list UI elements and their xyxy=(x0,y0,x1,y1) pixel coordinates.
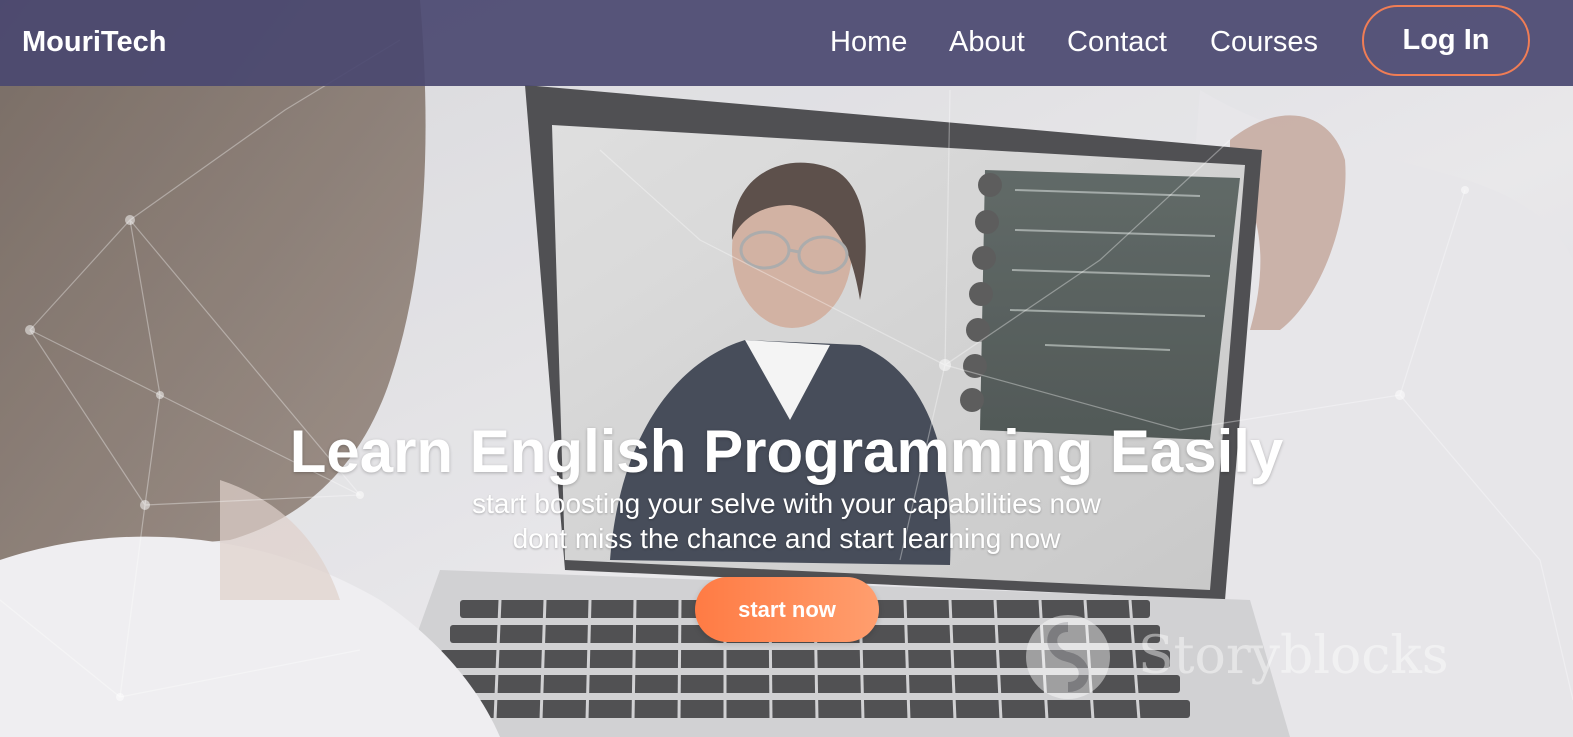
nav-link-courses[interactable]: Courses xyxy=(1210,25,1318,59)
nav-link-home[interactable]: Home xyxy=(830,25,907,59)
storyblocks-logo-icon xyxy=(1026,615,1110,699)
brand-logo[interactable]: MouriTech xyxy=(22,25,166,59)
storyblocks-watermark: Storyblocks xyxy=(1018,612,1498,702)
top-navbar: MouriTech Home About Contact Courses Log… xyxy=(0,0,1573,86)
hero-title: Learn English Programming Easily xyxy=(289,418,1284,485)
start-now-button[interactable]: start now xyxy=(695,577,879,642)
nav-link-contact[interactable]: Contact xyxy=(1067,25,1167,59)
page: Storyblocks MouriTech Home About Contact… xyxy=(0,0,1573,737)
hero-subtitle-line-2: dont miss the chance and start learning … xyxy=(512,523,1061,554)
nav-link-about[interactable]: About xyxy=(949,25,1025,59)
watermark-text: Storyblocks xyxy=(1138,626,1449,686)
login-button[interactable]: Log In xyxy=(1362,5,1530,76)
hero-subtitle-line-1: start boosting your selve with your capa… xyxy=(472,488,1101,519)
